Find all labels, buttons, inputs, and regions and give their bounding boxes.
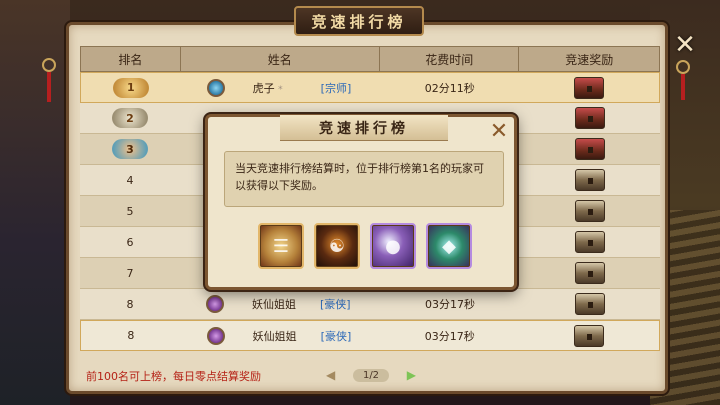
prev-page-button[interactable]: ◀ (326, 368, 335, 382)
red-tassel-icon (681, 74, 685, 100)
rank-cell: 8 (126, 297, 134, 311)
rank-cell: 6 (126, 235, 134, 249)
red-chest-icon[interactable] (575, 107, 605, 129)
page-indicator: 1/2 (352, 368, 390, 382)
header-time: 花费时间 (380, 47, 520, 71)
popup-close-button[interactable]: ✕ (488, 121, 510, 143)
chest-icon[interactable] (574, 324, 605, 347)
lantern-ring-icon (42, 58, 56, 72)
close-button[interactable]: ✕ (672, 32, 698, 58)
rank-cell: 5 (126, 204, 134, 218)
red-chest-icon[interactable] (575, 138, 605, 160)
bronze-medal-icon: 3 (112, 139, 148, 159)
chest-icon[interactable] (575, 200, 605, 222)
rules-notice: 前100名可上榜，每日零点结算奖励 (86, 370, 261, 383)
player-avatar (206, 79, 225, 97)
chest-icon[interactable] (575, 231, 605, 253)
player-title: [豪侠] (320, 329, 352, 343)
red-tassel-icon (47, 72, 51, 102)
reward-popup: 竞速排行榜 ✕ 当天竞速排行榜结算时，位于排行榜第1名的玩家可以获得以下奖励。 … (205, 114, 517, 290)
time-cell: 03分17秒 (425, 298, 475, 311)
rank-cell: 4 (126, 173, 134, 187)
table-header: 排名 姓名 花费时间 竞速奖励 (80, 46, 660, 72)
player-avatar (206, 327, 225, 345)
rank-cell: 7 (126, 266, 134, 280)
treasure-chest-icon[interactable]: ◆ (426, 223, 472, 269)
player-title: [宗师] (320, 81, 352, 95)
popup-description: 当天竞速排行榜结算时，位于排行榜第1名的玩家可以获得以下奖励。 (224, 151, 504, 207)
chest-icon[interactable] (575, 262, 605, 284)
time-cell: 02分11秒 (424, 81, 475, 95)
pearls-icon[interactable]: ● (370, 223, 416, 269)
chest-icon[interactable] (575, 169, 605, 191)
left-scenery (0, 0, 70, 405)
table-row[interactable]: 1 虎子 * [宗师] 02分11秒 (80, 72, 660, 103)
scroll-icon[interactable]: ☰ (258, 223, 304, 269)
popup-title: 竞速排行榜 (280, 115, 448, 141)
warrior-portrait-icon[interactable]: ☯ (314, 223, 360, 269)
gold-medal-icon: 1 (112, 77, 149, 98)
player-name: 虎子 * (252, 81, 283, 95)
silver-medal-icon: 2 (112, 108, 148, 128)
player-title: [豪侠] (320, 298, 351, 311)
pagination: ◀ 1/2 ▶ (326, 366, 416, 384)
window-title: 竞速排行榜 (294, 6, 424, 36)
header-name: 姓名 (181, 47, 380, 71)
header-rank: 排名 (81, 47, 181, 71)
next-page-button[interactable]: ▶ (407, 368, 416, 382)
table-row[interactable]: 8 妖仙姐姐 [豪侠] 03分17秒 (80, 320, 660, 351)
reward-items: ☰ ☯ ● ◆ (258, 223, 472, 269)
player-name: 妖仙姐姐 (252, 329, 297, 343)
player-name: 妖仙姐姐 (252, 298, 296, 311)
red-chest-icon[interactable] (574, 76, 605, 99)
lantern-ring-icon (676, 60, 690, 74)
time-cell: 03分17秒 (424, 329, 475, 343)
table-row[interactable]: 8 妖仙姐姐 [豪侠] 03分17秒 (80, 289, 660, 320)
header-reward: 竞速奖励 (565, 52, 614, 67)
player-avatar (206, 295, 224, 313)
rank-cell: 8 (127, 329, 135, 342)
chest-icon[interactable] (575, 293, 605, 315)
